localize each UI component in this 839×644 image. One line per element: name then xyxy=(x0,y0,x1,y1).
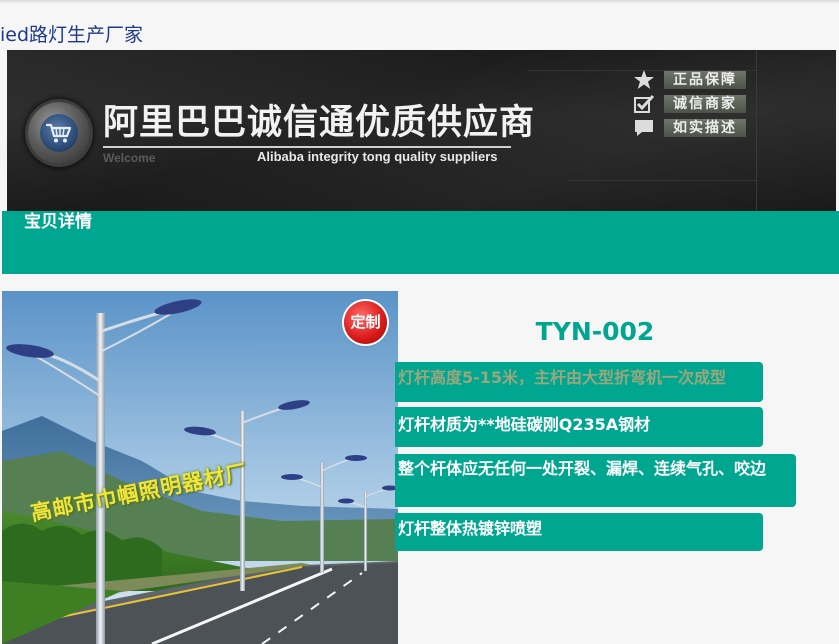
page-title: ied路灯生产厂家 xyxy=(0,24,144,46)
feature-item: 灯杆整体热镀锌喷塑 xyxy=(395,513,763,551)
badge-genuine: 正品保障 xyxy=(632,69,752,91)
shopping-cart-icon xyxy=(40,114,78,152)
supplier-banner: 阿里巴巴诚信通优质供应商 Welcome Alibaba integrity t… xyxy=(7,50,836,211)
badge-label: 诚信商家 xyxy=(664,95,746,113)
banner-subtitle: Alibaba integrity tong quality suppliers xyxy=(257,149,498,164)
section-header: 宝贝详情 xyxy=(2,211,839,274)
banner-welcome: Welcome xyxy=(103,151,156,165)
product-model: TYN-002 xyxy=(535,317,655,346)
banner-divider xyxy=(756,50,757,211)
banner-title: 阿里巴巴诚信通优质供应商 xyxy=(103,103,536,143)
badge-label: 如实描述 xyxy=(664,119,746,137)
feature-item: 灯杆材质为**地硅碳刚Q235A钢材 xyxy=(395,407,763,447)
star-icon xyxy=(632,69,656,91)
badge-integrity: 诚信商家 xyxy=(632,93,752,115)
alibaba-logo xyxy=(28,102,90,164)
banner-deco-line xyxy=(567,180,756,181)
checkmark-icon xyxy=(632,93,656,115)
feature-item: 整个杆体应无任何一处开裂、漏焊、连续气孔、咬边 xyxy=(395,454,796,507)
speech-bubble-icon xyxy=(632,117,656,139)
top-shadow-bar xyxy=(0,0,839,4)
badge-label: 正品保障 xyxy=(664,71,746,89)
badge-accurate: 如实描述 xyxy=(632,117,752,139)
feature-item: 灯杆高度5-15米，主杆由大型折弯机一次成型 xyxy=(395,362,763,402)
custom-badge: 定制 xyxy=(344,301,387,344)
section-title: 宝贝详情 xyxy=(24,212,92,232)
